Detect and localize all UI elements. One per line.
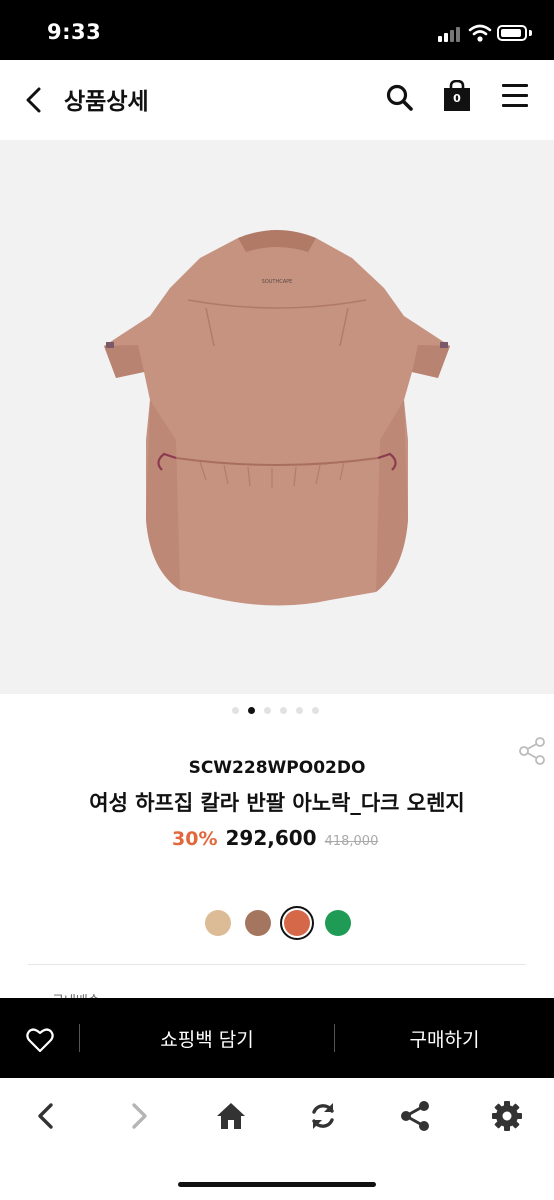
buy-now-button[interactable]: 구매하기 bbox=[335, 1025, 554, 1052]
add-to-bag-button[interactable]: 쇼핑백 담기 bbox=[80, 1025, 334, 1052]
refresh-icon[interactable] bbox=[307, 1100, 339, 1132]
home-indicator bbox=[178, 1182, 376, 1187]
shopping-bag-icon[interactable]: 0 bbox=[442, 79, 472, 112]
color-swatch[interactable] bbox=[325, 910, 351, 936]
chevron-right-icon[interactable] bbox=[123, 1100, 155, 1132]
carousel-indicator bbox=[232, 707, 324, 717]
chevron-left-icon[interactable] bbox=[30, 1100, 62, 1132]
carousel-dot[interactable] bbox=[264, 707, 271, 714]
menu-icon[interactable] bbox=[502, 84, 528, 108]
back-icon[interactable] bbox=[22, 86, 46, 114]
page-title: 상품상세 bbox=[64, 89, 149, 115]
color-swatch[interactable] bbox=[284, 910, 310, 936]
gear-icon[interactable] bbox=[491, 1100, 523, 1132]
color-swatch[interactable] bbox=[245, 910, 271, 936]
sale-price: 292,600 bbox=[225, 826, 317, 850]
search-icon[interactable] bbox=[386, 84, 414, 112]
product-name: 여성 하프집 칼라 반팔 아노락_다크 오렌지 bbox=[89, 791, 465, 815]
cellular-signal-icon bbox=[438, 26, 462, 42]
price-row: 30% 292,600 418,000 bbox=[172, 826, 378, 854]
carousel-dot[interactable] bbox=[232, 707, 239, 714]
color-swatch[interactable] bbox=[205, 910, 231, 936]
delivery-section-peek: 국내배송 bbox=[52, 990, 100, 998]
carousel-dot[interactable] bbox=[312, 707, 319, 714]
home-icon[interactable] bbox=[215, 1100, 247, 1132]
shirt-illustration: SOUTHCAPE bbox=[104, 230, 450, 606]
carousel-dot[interactable] bbox=[248, 707, 255, 714]
heart-icon[interactable] bbox=[26, 1027, 54, 1053]
status-time: 9:33 bbox=[47, 20, 102, 44]
share-icon[interactable] bbox=[399, 1100, 431, 1132]
product-image[interactable]: SOUTHCAPE bbox=[0, 140, 554, 694]
original-price: 418,000 bbox=[324, 834, 379, 849]
battery-tip bbox=[529, 30, 532, 36]
product-code: SCW228WPO02DO bbox=[188, 758, 366, 778]
section-divider bbox=[28, 964, 526, 965]
carousel-dot[interactable] bbox=[296, 707, 303, 714]
cart-count-badge: 0 bbox=[453, 92, 461, 105]
discount-rate: 30% bbox=[172, 828, 218, 850]
battery-icon bbox=[497, 25, 527, 41]
wifi-icon bbox=[468, 24, 492, 42]
brand-print: SOUTHCAPE bbox=[262, 279, 293, 285]
carousel-dot[interactable] bbox=[280, 707, 287, 714]
